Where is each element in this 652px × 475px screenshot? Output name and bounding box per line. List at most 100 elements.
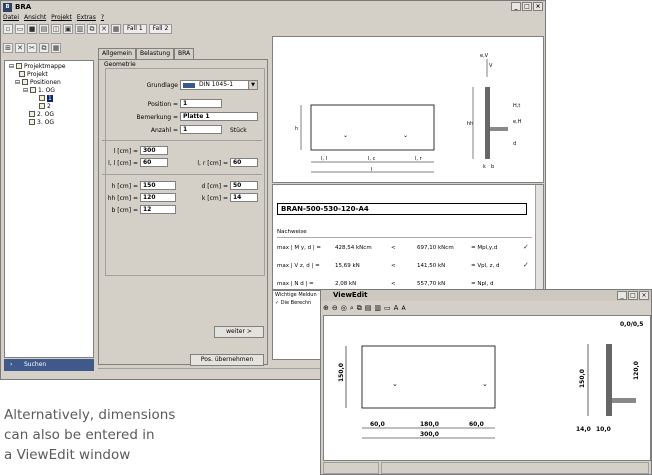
- viewedit-close-button[interactable]: ×: [639, 291, 649, 300]
- results-scrollbar[interactable]: [535, 185, 543, 289]
- app-title: BRA: [15, 3, 32, 11]
- copy-icon[interactable]: ⧉: [357, 304, 362, 313]
- caption-line: a ViewEdit window: [4, 447, 131, 463]
- zoom-out-icon[interactable]: ⊖: [332, 304, 338, 312]
- floor-icon: [29, 119, 35, 125]
- tree-item-projekt[interactable]: Projekt: [9, 71, 93, 79]
- zoom-window-icon[interactable]: ⌕: [350, 304, 354, 313]
- menu-ansicht[interactable]: Ansicht: [24, 14, 46, 23]
- position-label: Position =: [147, 101, 178, 108]
- grundlage-label: Grundlage: [146, 82, 178, 89]
- load-marker-left: ⌄: [392, 380, 398, 388]
- tree-expand-icon[interactable]: ⊞: [3, 43, 13, 53]
- viewedit-minimize-button[interactable]: _: [617, 291, 627, 300]
- tab-belastung[interactable]: Belastung: [135, 48, 174, 59]
- tree-item-3og[interactable]: 3. OG: [9, 119, 93, 127]
- tree-item-projektmappe[interactable]: ⊟ Projektmappe: [9, 63, 93, 71]
- menu-extras[interactable]: Extras: [77, 14, 96, 23]
- chart-icon[interactable]: ▥: [75, 24, 85, 34]
- ll-field[interactable]: 60: [140, 158, 168, 167]
- tree-paste-icon[interactable]: ▦: [51, 43, 61, 53]
- h-field[interactable]: 150: [140, 181, 176, 190]
- k-field[interactable]: 14: [230, 193, 258, 202]
- menu-projekt[interactable]: Projekt: [51, 14, 72, 23]
- menu-datei[interactable]: Datei: [3, 14, 19, 23]
- h-dim-label: 150,0: [338, 363, 345, 382]
- zoom-fit-icon[interactable]: ◎: [341, 304, 347, 312]
- element-icon: [39, 95, 45, 101]
- tree-cut-icon[interactable]: ✂: [27, 43, 37, 53]
- check-icon: ✓: [523, 243, 529, 251]
- menu-bar: Datei Ansicht Projekt Extras ?: [3, 14, 104, 23]
- lr-dim-label: 60,0: [469, 421, 484, 428]
- chevron-down-icon[interactable]: ▼: [248, 81, 257, 89]
- plate-outline: [310, 104, 435, 151]
- grundlage-select[interactable]: DIN 1045-1 ▼: [180, 80, 258, 90]
- separator: [102, 174, 262, 175]
- ht-dim-label: H,t: [513, 103, 520, 109]
- close-button[interactable]: ×: [533, 2, 543, 11]
- anzahl-field[interactable]: 1: [180, 125, 222, 134]
- delete-icon[interactable]: ✕: [99, 24, 109, 34]
- viewedit-drawing: ⌄ ⌄ 150,0 60,0 180,0 60,0 300,0 0,0/0,5 …: [338, 321, 643, 439]
- tree-item-pos1[interactable]: 1: [9, 95, 93, 103]
- zoom-in-icon[interactable]: ⊕: [323, 304, 329, 312]
- lr-dim-label: l, r: [415, 156, 423, 162]
- layout-icon[interactable]: ▭: [384, 304, 391, 312]
- print-preview-icon[interactable]: ◫: [51, 24, 61, 34]
- open-folder-icon[interactable]: ▭: [15, 24, 25, 34]
- bemerkung-field[interactable]: Platte 1: [180, 112, 258, 121]
- tree-item-2og[interactable]: 2. OG: [9, 111, 93, 119]
- viewedit-canvas[interactable]: ⌄ ⌄ 150,0 60,0 180,0 60,0 300,0 0,0/0,5 …: [323, 315, 651, 461]
- messages-header: Wichtige Meldun: [275, 292, 317, 298]
- font-smaller-icon[interactable]: A: [401, 305, 405, 312]
- print-icon[interactable]: ▥: [374, 304, 381, 312]
- message-item[interactable]: ✓ Die Berechn: [275, 300, 311, 306]
- new-file-icon[interactable]: ▫: [3, 24, 13, 34]
- row-label: max | M y, d | =: [277, 245, 322, 251]
- uebernehmen-button[interactable]: Pos. übernehmen: [190, 354, 264, 366]
- print-icon[interactable]: ▤: [39, 24, 49, 34]
- tree-copy-icon[interactable]: ⧉: [39, 43, 49, 53]
- row-limit: 697,10 kNcm: [417, 245, 454, 251]
- hh-dim-label: 120,0: [633, 361, 640, 380]
- lr-label: l, r [cm] =: [197, 160, 228, 167]
- tree-item-1og[interactable]: ⊟ 1. OG: [9, 87, 93, 95]
- b-dim-label: b: [491, 164, 494, 170]
- font-larger-icon[interactable]: A: [394, 304, 399, 312]
- save-icon[interactable]: ■: [27, 24, 37, 34]
- weiter-button[interactable]: weiter >: [214, 326, 264, 338]
- position-field[interactable]: 1: [180, 99, 222, 108]
- k-dim-label: 14,0: [576, 426, 591, 433]
- hh-field[interactable]: 120: [140, 193, 176, 202]
- viewedit-maximize-button[interactable]: □: [628, 291, 638, 300]
- d-field[interactable]: 50: [230, 181, 258, 190]
- positions-icon: [21, 79, 28, 85]
- tab-bra[interactable]: BRA: [174, 48, 195, 59]
- d-label: d [cm] =: [201, 183, 228, 190]
- search-bar[interactable]: Suchen: [4, 359, 94, 371]
- minimize-button[interactable]: _: [511, 2, 521, 11]
- lr-field[interactable]: 60: [230, 158, 258, 167]
- tree-item-pos2[interactable]: 2: [9, 103, 93, 111]
- b-field[interactable]: 12: [140, 205, 176, 214]
- viewedit-toolbar: ⊕ ⊖ ◎ ⌕ ⧉ ▤ ▥ ▭ A A: [323, 302, 406, 314]
- maximize-button[interactable]: □: [522, 2, 532, 11]
- clipboard-icon[interactable]: ▦: [111, 24, 121, 34]
- h2-dim-label: 150,0: [579, 369, 586, 388]
- fall2-button[interactable]: Fall 2: [148, 24, 173, 34]
- tree-item-positionen[interactable]: ⊟ Positionen: [9, 79, 93, 87]
- viewedit-status-bar: [323, 462, 651, 474]
- menu-help[interactable]: ?: [101, 14, 104, 23]
- row-label: max | N d | =: [277, 281, 314, 287]
- floor-icon: [29, 87, 36, 93]
- tree-delete-icon[interactable]: ✕: [15, 43, 25, 53]
- export-icon[interactable]: ▤: [365, 304, 372, 312]
- properties-icon[interactable]: ▣: [63, 24, 73, 34]
- anzahl-unit: Stück: [230, 127, 247, 134]
- copy-icon[interactable]: ⧉: [87, 24, 97, 34]
- fall1-button[interactable]: Fall 1: [123, 24, 147, 34]
- v-dim-label: V: [489, 63, 493, 69]
- l-label: l [cm] =: [113, 148, 138, 155]
- l-field[interactable]: 300: [140, 146, 168, 155]
